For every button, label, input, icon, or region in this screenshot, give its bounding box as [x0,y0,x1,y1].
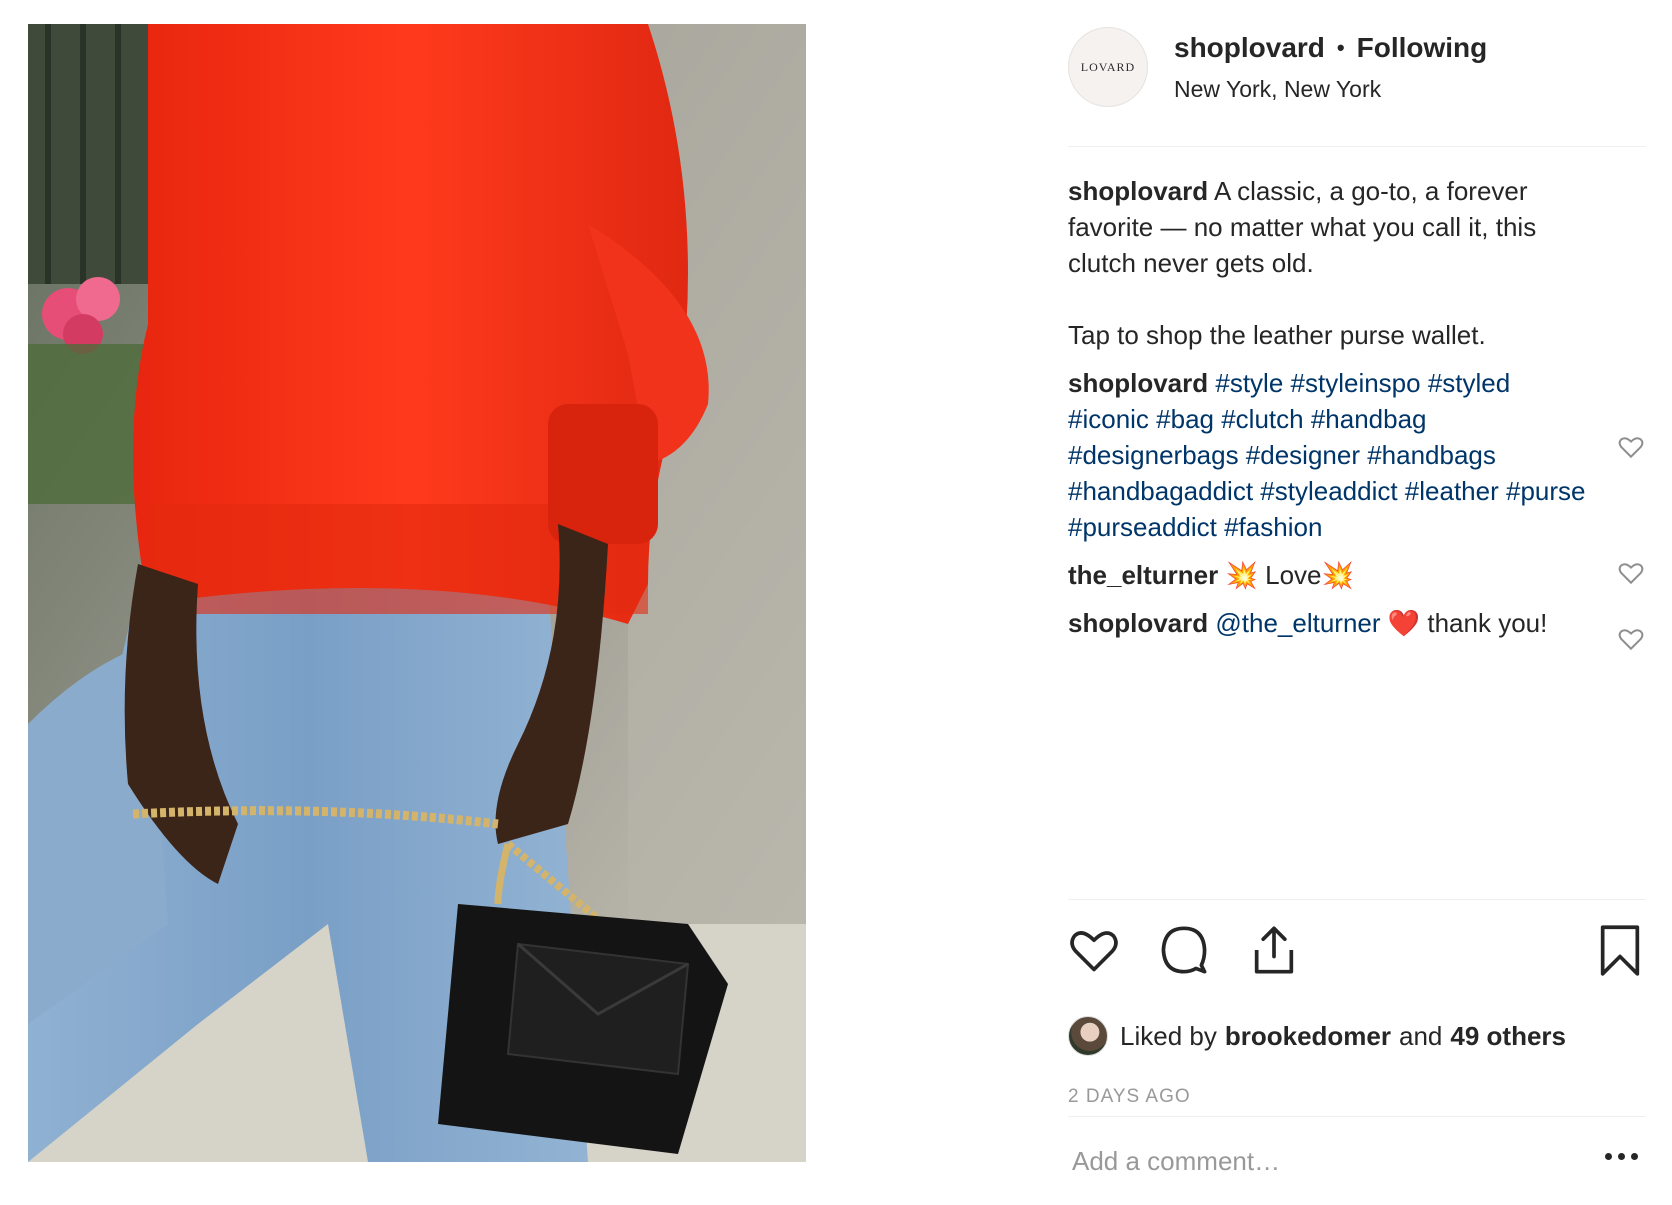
comment-username[interactable]: shoplovard [1068,176,1208,206]
like-comment-heart-icon[interactable] [1618,561,1644,585]
comment-username[interactable]: shoplovard [1068,608,1208,638]
header-text: shoplovard • Following New York, New Yor… [1174,32,1487,103]
liked-by-label: Liked by [1120,1020,1217,1051]
add-comment-input[interactable] [1068,1145,1568,1177]
account-username[interactable]: shoplovard [1174,32,1325,64]
action-bar [1068,900,1646,1008]
add-comment-row [1068,1117,1646,1205]
emoji-collision: 💥 [1321,560,1354,590]
more-options-icon[interactable] [1605,1153,1638,1160]
post-image[interactable] [28,24,806,1162]
comments-list: shoplovard A classic, a go-to, a forever… [1068,147,1646,899]
comment-username[interactable]: shoplovard [1068,368,1208,398]
header-username-row: shoplovard • Following [1174,32,1487,64]
hashtag-comment: shoplovard #style #styleinspo #styled #i… [1068,365,1644,545]
liker-avatar[interactable] [1068,1016,1108,1056]
dot-icon [1631,1153,1638,1160]
heart-icon[interactable] [1068,924,1120,976]
dot-icon [1605,1153,1612,1160]
like-comment-heart-icon[interactable] [1618,627,1644,651]
comment-username[interactable]: the_elturner [1068,560,1218,590]
comment-text: Love [1265,560,1322,590]
speech-bubble-icon[interactable] [1158,924,1210,976]
likes-others-link[interactable]: 49 others [1450,1021,1566,1052]
caption-text-shop: Tap to shop the leather purse wallet. [1068,320,1486,350]
share-upload-icon[interactable] [1248,924,1300,976]
caption: shoplovard A classic, a go-to, a forever… [1068,173,1598,353]
following-button[interactable]: Following [1357,32,1488,64]
post-header: LOVARD shoplovard • Following New York, … [1068,24,1646,146]
post-photo-illustration [28,24,806,1162]
emoji-collision: 💥 [1225,560,1258,590]
comment-text: thank you! [1427,608,1548,638]
likes-conjunction: and [1399,1020,1443,1051]
separator-dot: • [1336,35,1345,60]
red-heart-emoji: ❤️ [1387,608,1421,638]
post-details-panel: LOVARD shoplovard • Following New York, … [1068,24,1646,1177]
comment-item: shoplovard @the_elturner ❤️ thank you! [1068,605,1644,651]
avatar-logo-text: LOVARD [1080,59,1136,74]
comment-mention[interactable]: @the_elturner [1215,608,1380,638]
account-avatar[interactable]: LOVARD [1068,27,1148,107]
likes-summary: Liked by brookedomer and 49 others [1068,1008,1646,1064]
location-link[interactable]: New York, New York [1174,76,1487,103]
comment-item: the_elturner 💥 Love💥 [1068,557,1644,593]
like-comment-heart-icon[interactable] [1618,435,1644,459]
dot-icon [1618,1153,1625,1160]
liker-username[interactable]: brookedomer [1225,1021,1391,1052]
post-timestamp[interactable]: 2 DAYS AGO [1068,1086,1646,1116]
bookmark-icon[interactable] [1594,924,1646,976]
